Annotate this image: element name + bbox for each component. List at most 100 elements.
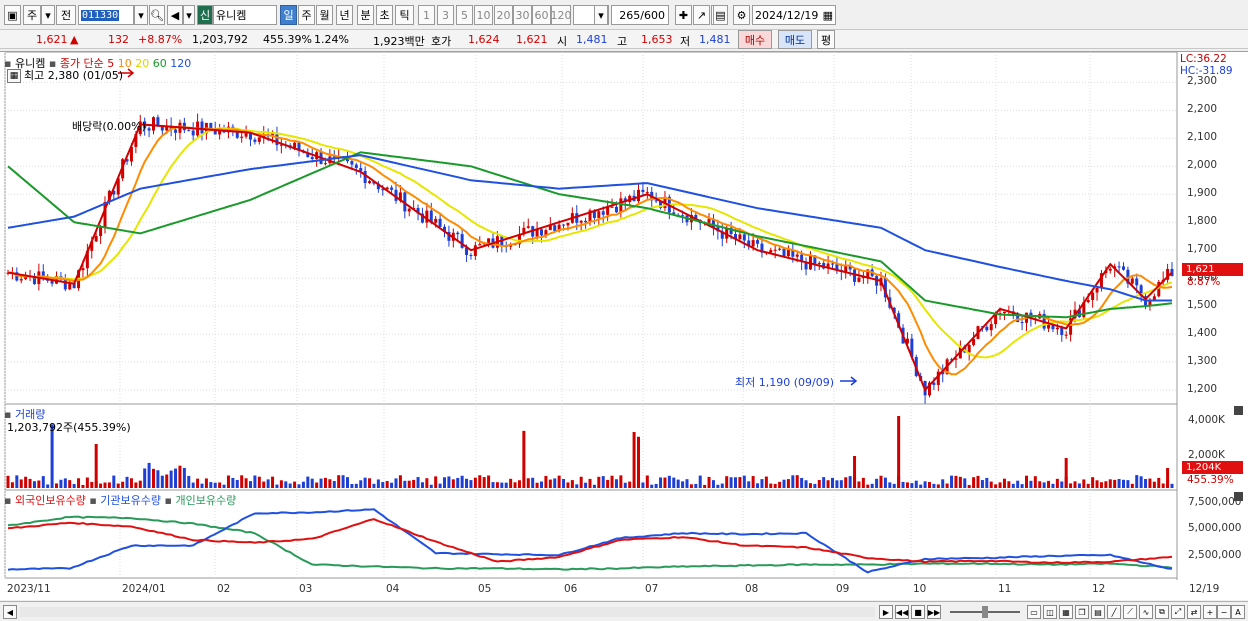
volume-bar [169, 470, 173, 488]
volume-bar [998, 482, 1002, 488]
volume-bar [41, 476, 45, 488]
code-dropdown-icon[interactable]: ▾ [134, 5, 148, 25]
volume-bar [213, 482, 217, 488]
volume-bar [482, 477, 486, 488]
volume-bar [597, 476, 601, 488]
sell-button[interactable]: 매도 [778, 30, 812, 49]
volume-bar [134, 482, 138, 488]
trend-tool-icon[interactable]: ⟋ [1123, 605, 1137, 619]
chart-area[interactable]: ▪ 유니켐 ▪ 종가 단순 5 10 20 60 120 ▦ 최고 2,380 … [0, 51, 1248, 600]
volume-bar [32, 481, 36, 488]
period-year[interactable]: 년 [336, 5, 353, 25]
layout-icon[interactable]: ▭ [1027, 605, 1041, 619]
scroll-right-icon[interactable]: ▶ [879, 605, 893, 619]
prev-button[interactable]: 전 [56, 5, 76, 25]
current-price: 1,621 [36, 33, 68, 46]
text-tool-icon[interactable]: A [1231, 605, 1245, 619]
interval-30[interactable]: 30 [513, 5, 532, 25]
volume-bar [315, 482, 319, 488]
interval-3[interactable]: 3 [437, 5, 454, 25]
volume-bar [914, 480, 918, 488]
stock-code-value: 011330 [81, 9, 120, 21]
candle-body [738, 234, 742, 240]
save-icon[interactable]: ▤ [713, 5, 728, 25]
period-tick[interactable]: 틱 [395, 5, 414, 25]
bullet-icon: ▪ [164, 494, 172, 507]
interval-5[interactable]: 5 [456, 5, 473, 25]
volume-bar [116, 483, 120, 488]
stock-code-input[interactable]: 011330 [78, 5, 134, 25]
zoom-in-icon[interactable]: + [1203, 605, 1217, 619]
volume-bar [654, 483, 658, 488]
volume-bar [407, 480, 411, 488]
volume-bar [813, 483, 817, 488]
stop-icon[interactable]: ■ [911, 605, 925, 619]
period-day[interactable]: 일 [280, 5, 297, 25]
candle-body [566, 222, 570, 226]
period-week[interactable]: 주 [298, 5, 315, 25]
volume-bar [734, 477, 737, 488]
split-icon[interactable]: ◫ [1043, 605, 1057, 619]
window-icon[interactable]: ❐ [1075, 605, 1089, 619]
line-tool-icon[interactable]: ╱ [1107, 605, 1121, 619]
swap-icon[interactable]: ⇄ [1187, 605, 1201, 619]
speaker-dropdown-icon[interactable]: ▾ [183, 5, 195, 25]
volume-bar [689, 484, 693, 488]
page-forward-icon[interactable]: ▶▶ [927, 605, 941, 619]
dividend-annotation: 배당락(0.00%) [72, 120, 146, 133]
volume-bar [1055, 478, 1059, 488]
zoom-icon[interactable]: ↗ [693, 5, 710, 25]
scroll-track[interactable] [20, 607, 875, 617]
period-month[interactable]: 월 [316, 5, 333, 25]
volume-bar [473, 477, 477, 488]
measure-icon[interactable]: ∿ [1139, 605, 1153, 619]
low-price: 1,481 [699, 33, 731, 46]
arrows-icon[interactable]: ⤢ [1171, 605, 1185, 619]
interval-10[interactable]: 10 [474, 5, 493, 25]
volume-bar [517, 480, 521, 488]
up-arrow-icon: ▲ [70, 33, 79, 46]
volume-bar [266, 479, 270, 488]
count-input[interactable]: 265/600 [611, 5, 669, 25]
period-minute[interactable]: 분 [357, 5, 374, 25]
chart-canvas[interactable] [0, 52, 1248, 601]
interval-20[interactable]: 20 [494, 5, 513, 25]
period-second[interactable]: 초 [376, 5, 393, 25]
table-icon[interactable]: ▤ [1091, 605, 1105, 619]
volume-bar [275, 484, 279, 488]
zoom-out-icon[interactable]: − [1217, 605, 1231, 619]
calculator-icon[interactable]: ▦ [7, 69, 21, 83]
volume-bar [1144, 479, 1148, 488]
window-icon[interactable]: ▣ [4, 5, 21, 25]
eval-button[interactable]: 평 [817, 30, 835, 49]
interval-1[interactable]: 1 [418, 5, 435, 25]
volume-bar [941, 479, 945, 488]
interval-60[interactable]: 60 [532, 5, 551, 25]
page-back-icon[interactable]: ◀◀ [895, 605, 909, 619]
interval-120[interactable]: 120 [551, 5, 572, 25]
copy-icon[interactable]: ⧉ [1155, 605, 1169, 619]
date-input[interactable]: 2024/12/19 ▦ [752, 5, 836, 25]
period-type-select[interactable]: 주 [23, 5, 41, 25]
buy-button[interactable]: 매수 [738, 30, 772, 49]
calendar-icon[interactable]: ▦ [823, 9, 835, 22]
zoom-slider-handle[interactable] [982, 606, 988, 618]
volume-bar [703, 484, 707, 488]
volume-current-pct: 455.39% [1187, 474, 1234, 486]
volume-bar [976, 475, 980, 488]
speaker-icon[interactable]: ◀ [167, 5, 183, 25]
gear-icon[interactable]: ⚙ [733, 5, 750, 25]
panel-close-icon[interactable] [1234, 406, 1243, 415]
chevron-down-icon[interactable]: ▾ [41, 5, 55, 25]
grid-icon[interactable]: ▦ [1059, 605, 1073, 619]
crosshair-icon[interactable]: ✚ [675, 5, 692, 25]
search-icon[interactable]: 🔍︎ [149, 5, 165, 25]
panel-close-icon[interactable] [1234, 492, 1243, 501]
stock-name-field[interactable]: 유니켐 [213, 5, 277, 25]
candle-body [1091, 292, 1095, 301]
chart-scrollbar[interactable]: ◀ ▶ ◀◀ ■ ▶▶ ▭ ◫ ▦ ❐ ▤ ╱ ⟋ ∿ ⧉ ⤢ ⇄ + − A [0, 601, 1248, 621]
period-second-label: 초 [379, 9, 390, 22]
volume-bar [747, 481, 751, 488]
scroll-left-icon[interactable]: ◀ [3, 605, 17, 619]
interval-dropdown-icon[interactable]: ▾ [594, 5, 608, 25]
